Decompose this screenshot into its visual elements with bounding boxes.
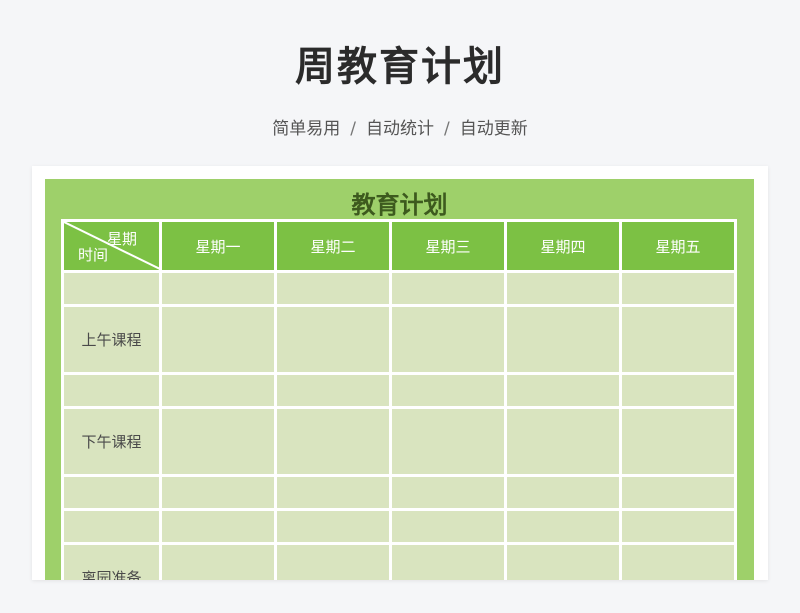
schedule-cell[interactable] <box>504 474 622 511</box>
schedule-cell[interactable] <box>504 304 622 375</box>
row-label-afternoon-classes: 下午课程 <box>61 406 162 477</box>
row-label-departure-prep: 离园准备 <box>61 542 162 580</box>
row-label <box>61 270 162 307</box>
sheet-title: 教育计划 <box>351 191 448 219</box>
subtitle-feature-2: 自动统计 <box>366 119 434 139</box>
page-subtitle: 简单易用 / 自动统计 / 自动更新 <box>0 114 800 139</box>
schedule-cell[interactable] <box>274 474 392 511</box>
schedule-cell[interactable] <box>389 304 507 375</box>
table-row <box>61 474 737 511</box>
schedule-cell[interactable] <box>389 406 507 477</box>
schedule-cell[interactable] <box>619 542 737 580</box>
schedule-cell[interactable] <box>619 304 737 375</box>
schedule-cell[interactable] <box>389 270 507 307</box>
subtitle-separator: / <box>444 119 450 139</box>
header-tuesday: 星期二 <box>274 219 392 273</box>
schedule-cell[interactable] <box>504 406 622 477</box>
schedule-cell[interactable] <box>389 542 507 580</box>
table-row <box>61 270 737 307</box>
schedule-sheet: 教育计划 星期 时间 星期一 星期二 星期三 星期四 星期五 上午课程 下午课程… <box>45 179 754 580</box>
row-label <box>61 372 162 409</box>
corner-header-cell: 星期 时间 <box>61 219 162 273</box>
schedule-cell[interactable] <box>159 406 277 477</box>
header-friday: 星期五 <box>619 219 737 273</box>
table-row: 下午课程 <box>61 406 737 477</box>
schedule-cell[interactable] <box>159 270 277 307</box>
table-row <box>61 508 737 545</box>
schedule-cell[interactable] <box>619 508 737 545</box>
table-row: 离园准备 <box>61 542 737 580</box>
schedule-cell[interactable] <box>159 474 277 511</box>
row-label <box>61 474 162 511</box>
header-wednesday: 星期三 <box>389 219 507 273</box>
row-label-morning-classes: 上午课程 <box>61 304 162 375</box>
schedule-cell[interactable] <box>619 474 737 511</box>
spreadsheet-preview-card: 教育计划 星期 时间 星期一 星期二 星期三 星期四 星期五 上午课程 下午课程… <box>32 166 768 580</box>
subtitle-feature-3: 自动更新 <box>459 119 528 139</box>
table-row: 上午课程 <box>61 304 737 375</box>
schedule-cell[interactable] <box>504 508 622 545</box>
table-row <box>61 372 737 409</box>
schedule-cell[interactable] <box>159 304 277 375</box>
subtitle-separator: / <box>350 119 356 139</box>
schedule-cell[interactable] <box>504 270 622 307</box>
schedule-cell[interactable] <box>159 372 277 409</box>
schedule-cell[interactable] <box>159 508 277 545</box>
header-monday: 星期一 <box>159 219 277 273</box>
schedule-cell[interactable] <box>274 542 392 580</box>
schedule-cell[interactable] <box>159 542 277 580</box>
header-row: 星期 时间 星期一 星期二 星期三 星期四 星期五 <box>61 219 737 273</box>
subtitle-feature-1: 简单易用 <box>272 119 341 139</box>
schedule-cell[interactable] <box>274 270 392 307</box>
schedule-cell[interactable] <box>389 474 507 511</box>
weekly-schedule-table: 星期 时间 星期一 星期二 星期三 星期四 星期五 上午课程 下午课程 离园准备 <box>61 219 737 580</box>
header-thursday: 星期四 <box>504 219 622 273</box>
schedule-cell[interactable] <box>274 406 392 477</box>
schedule-cell[interactable] <box>504 542 622 580</box>
schedule-cell[interactable] <box>389 508 507 545</box>
schedule-cell[interactable] <box>504 372 622 409</box>
schedule-cell[interactable] <box>274 372 392 409</box>
schedule-cell[interactable] <box>274 508 392 545</box>
schedule-cell[interactable] <box>619 372 737 409</box>
schedule-cell[interactable] <box>619 406 737 477</box>
corner-label-weekday: 星期 <box>106 230 137 248</box>
schedule-cell[interactable] <box>274 304 392 375</box>
row-label <box>61 508 162 545</box>
page-title: 周教育计划 <box>295 44 505 90</box>
corner-label-time: 时间 <box>78 246 109 264</box>
schedule-cell[interactable] <box>619 270 737 307</box>
schedule-cell[interactable] <box>389 372 507 409</box>
